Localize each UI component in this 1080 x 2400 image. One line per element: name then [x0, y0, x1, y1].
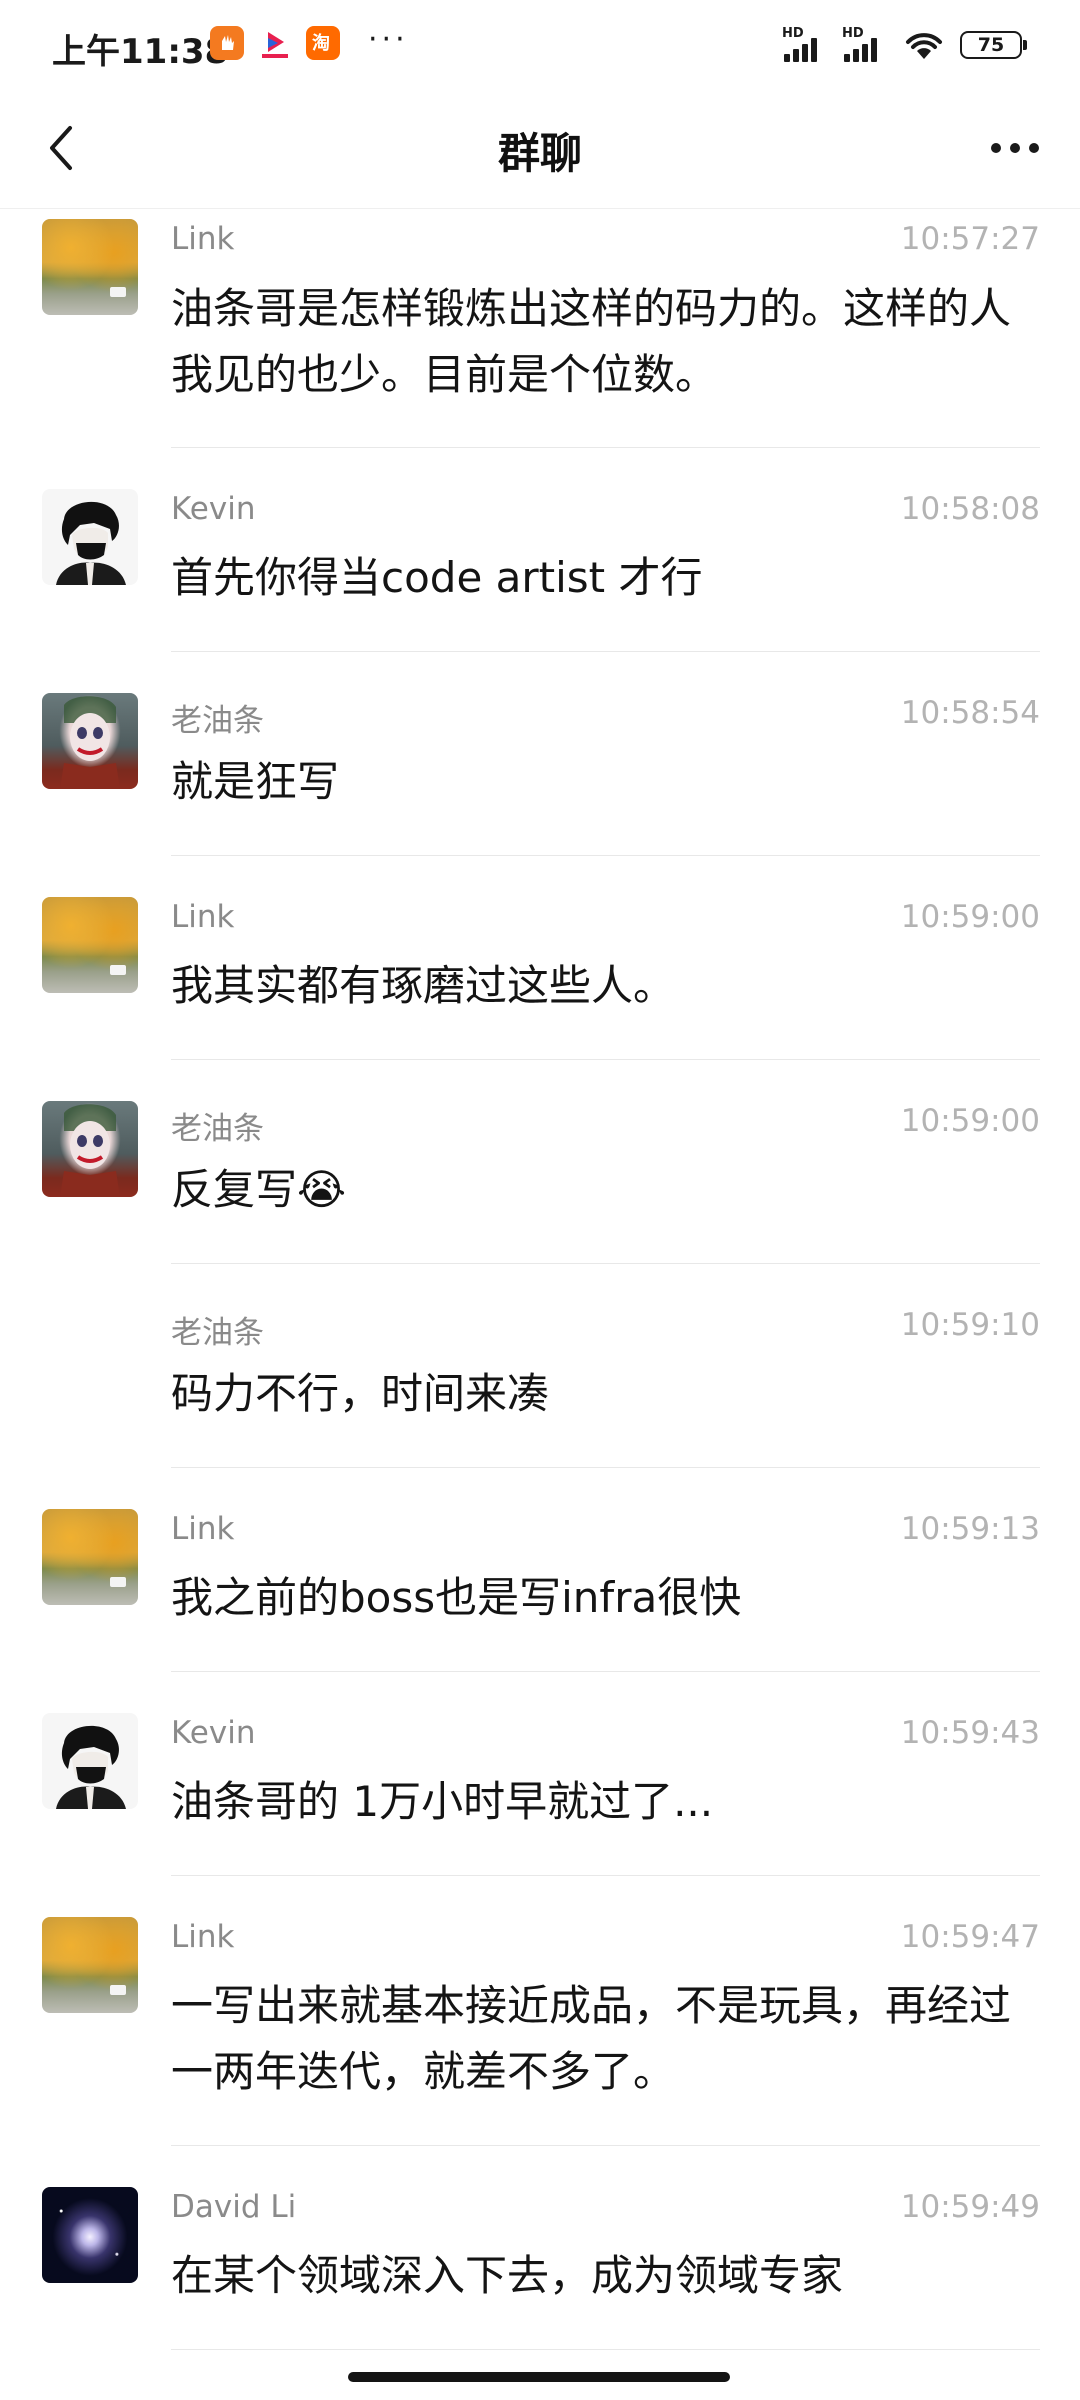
- message-time: 10:58:54: [900, 695, 1040, 731]
- orange-app-icon: [210, 26, 244, 60]
- sender-name: David Li: [171, 2189, 297, 2225]
- message-text: 油条哥的 1万小时早就过了...: [171, 1777, 714, 1826]
- message-time: 10:59:00: [900, 1103, 1040, 1139]
- message-time: 10:57:27: [900, 221, 1040, 257]
- message-time: 10:59:10: [900, 1307, 1040, 1343]
- message-text: 就是狂写: [171, 757, 340, 806]
- message-time: 10:59:43: [900, 1715, 1040, 1751]
- status-app-icons: 淘: [210, 26, 340, 60]
- status-bar: 上午11:38 淘 ··· HD HD 75: [0, 0, 1080, 90]
- divider: [171, 651, 1040, 652]
- more-options-button[interactable]: [980, 118, 1050, 178]
- divider: [171, 1671, 1040, 1672]
- avatar[interactable]: [42, 219, 138, 315]
- sender-name: Link: [171, 1919, 235, 1955]
- message-time: 10:59:00: [900, 899, 1040, 935]
- message-text: 我之前的boss也是写infra很快: [171, 1573, 742, 1622]
- battery-icon: 75: [960, 31, 1027, 59]
- sender-name: 老油条: [171, 1111, 264, 1147]
- divider: [171, 1467, 1040, 1468]
- sender-name: Kevin: [171, 491, 256, 527]
- message-text: 反复写😭: [171, 1157, 1031, 1223]
- chat-screen: 上午11:38 淘 ··· HD HD 75 群聊 Link 10:57:27 …: [0, 0, 1080, 2400]
- avatar[interactable]: [42, 1509, 138, 1605]
- video-app-icon: [258, 26, 292, 60]
- message-text: 在某个领域深入下去，成为领域专家: [171, 2251, 844, 2300]
- message-text: 油条哥是怎样锻炼出这样的码力的。这样的人我见的也少。目前是个位数。: [171, 284, 1012, 399]
- avatar[interactable]: [42, 1713, 138, 1809]
- sender-name: Link: [171, 221, 235, 257]
- signal-icon: HD: [782, 26, 828, 62]
- sender-name: 老油条: [171, 1315, 264, 1351]
- sender-name: Link: [171, 1511, 235, 1547]
- message-time: 10:58:08: [900, 491, 1040, 527]
- home-indicator[interactable]: [348, 2372, 730, 2382]
- avatar[interactable]: [42, 2187, 138, 2283]
- nav-bar: 群聊: [0, 90, 1080, 209]
- message-text: 码力不行，时间来凑: [171, 1369, 550, 1418]
- signal-icon: HD: [842, 26, 888, 62]
- message-text: 我其实都有琢磨过这些人。: [171, 961, 676, 1010]
- message-time: 10:59:13: [900, 1511, 1040, 1547]
- message-text: 一写出来就基本接近成品，不是玩具，再经过一两年迭代，就差不多了。: [171, 1981, 1012, 2096]
- divider: [171, 1263, 1040, 1264]
- divider: [171, 447, 1040, 448]
- avatar[interactable]: [42, 1101, 138, 1197]
- avatar[interactable]: [42, 1917, 138, 2013]
- taobao-icon: 淘: [306, 26, 340, 60]
- divider: [171, 2145, 1040, 2146]
- message-text-content: 反复写: [171, 1165, 298, 1214]
- crying-laughing-emoji: 😭: [297, 1165, 347, 1214]
- message-time: 10:59:49: [900, 2189, 1040, 2225]
- page-title: 群聊: [497, 129, 582, 178]
- avatar[interactable]: [42, 897, 138, 993]
- sender-name: Kevin: [171, 1715, 256, 1751]
- wifi-icon: [906, 33, 942, 59]
- dot: [991, 143, 1001, 153]
- status-indicators: HD HD 75: [782, 26, 1027, 62]
- svg-text:淘: 淘: [312, 32, 330, 54]
- dot: [1010, 143, 1020, 153]
- sender-name: Link: [171, 899, 235, 935]
- divider: [171, 855, 1040, 856]
- divider: [171, 1059, 1040, 1060]
- message-time: 10:59:47: [900, 1919, 1040, 1955]
- status-time: 上午11:38: [52, 32, 229, 72]
- battery-level: 75: [977, 34, 1005, 56]
- divider: [171, 1875, 1040, 1876]
- avatar[interactable]: [42, 693, 138, 789]
- message-text: 首先你得当code artist 才行: [171, 553, 703, 602]
- status-more-icon: ···: [368, 22, 409, 57]
- dot: [1029, 143, 1039, 153]
- divider: [171, 2349, 1040, 2350]
- avatar[interactable]: [42, 489, 138, 585]
- sender-name: 老油条: [171, 703, 264, 739]
